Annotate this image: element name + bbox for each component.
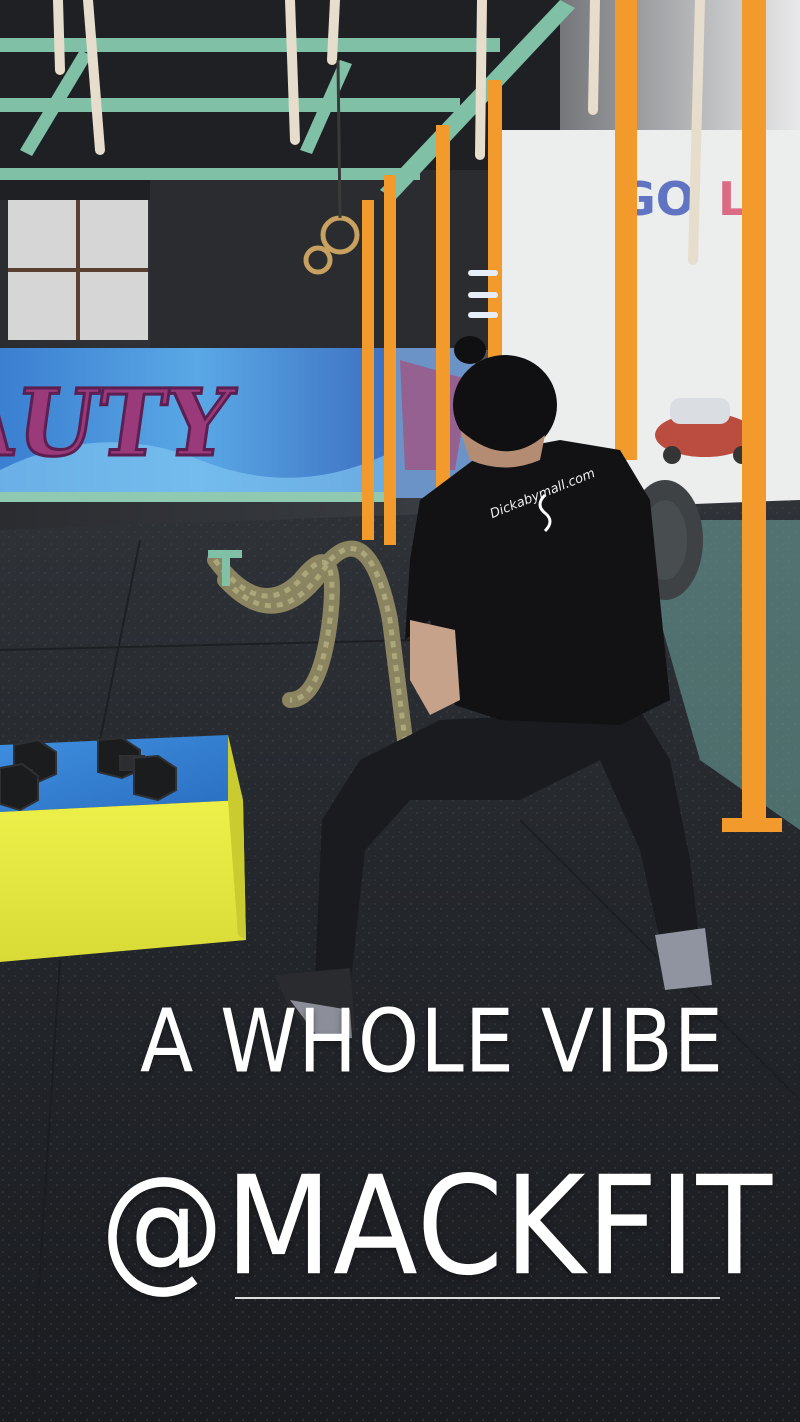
graffiti-letters: AUTY xyxy=(0,368,240,476)
instagram-story: GO LI AUTY Dickabymall.com A WHOLE VIBE … xyxy=(0,0,800,1422)
caption-line-1: A WHOLE VIBE xyxy=(140,992,725,1093)
caption-line-2: @MACKFIT xyxy=(100,1147,774,1307)
caption-underline xyxy=(235,1297,720,1299)
